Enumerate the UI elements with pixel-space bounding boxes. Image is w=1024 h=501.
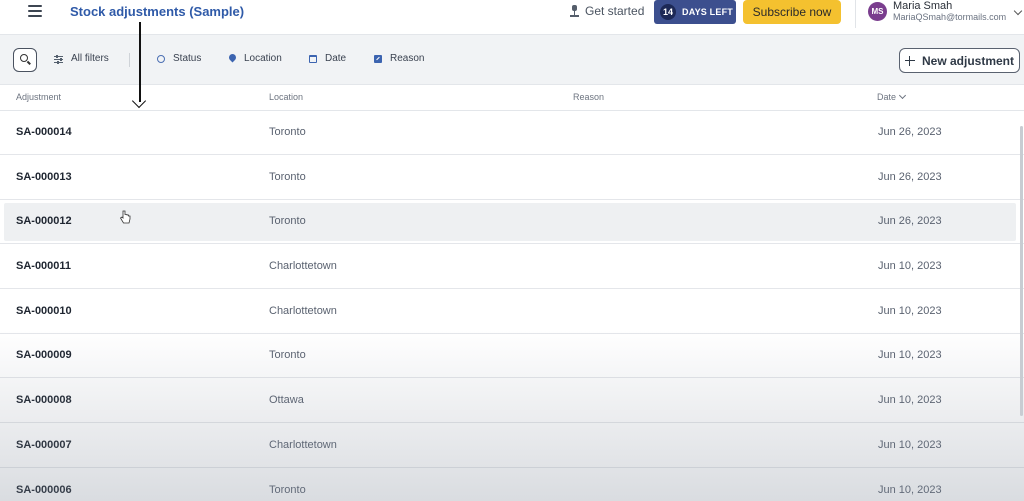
location-cell: Toronto: [269, 215, 306, 227]
date-cell: Jun 10, 2023: [878, 439, 942, 451]
location-cell: Charlottetown: [269, 260, 337, 272]
date-filter[interactable]: Date: [309, 53, 346, 64]
table-row[interactable]: SA-000009 Toronto Jun 10, 2023: [0, 334, 1024, 378]
trial-days-badge[interactable]: 14 DAYS LEFT: [654, 0, 736, 24]
reason-filter-label: Reason: [390, 53, 425, 64]
date-cell: Jun 26, 2023: [878, 126, 942, 138]
date-cell: Jun 26, 2023: [878, 215, 942, 227]
all-filters-label: All filters: [71, 53, 109, 64]
adjustment-id[interactable]: SA-000010: [16, 305, 72, 317]
location-pin-icon: [227, 52, 238, 63]
table-row[interactable]: SA-000012 Toronto Jun 26, 2023: [0, 200, 1024, 244]
adjustment-id[interactable]: SA-000009: [16, 349, 72, 361]
location-cell: Charlottetown: [269, 439, 337, 451]
adjustment-id[interactable]: SA-000012: [16, 215, 72, 227]
get-started-label: Get started: [585, 4, 645, 18]
avatar[interactable]: MS: [868, 2, 887, 21]
chevron-down-icon[interactable]: [1013, 6, 1023, 16]
table-row[interactable]: SA-000006 Toronto Jun 10, 2023: [0, 469, 1024, 501]
header-divider: [855, 0, 856, 28]
search-button[interactable]: [13, 48, 37, 72]
table-row[interactable]: SA-000008 Ottawa Jun 10, 2023: [0, 379, 1024, 423]
location-filter[interactable]: Location: [227, 52, 282, 64]
date-cell: Jun 10, 2023: [878, 394, 942, 406]
page-title: Stock adjustments (Sample): [70, 4, 245, 19]
circle-icon: [157, 54, 165, 63]
user-name[interactable]: Maria Smah: [893, 0, 952, 12]
reason-filter[interactable]: Reason: [374, 53, 424, 64]
adjustment-id[interactable]: SA-000007: [16, 439, 72, 451]
sort-chevron-icon: [898, 91, 907, 100]
adjustment-id[interactable]: SA-000014: [16, 126, 72, 138]
menu-icon[interactable]: [28, 5, 42, 17]
sliders-icon: [54, 54, 63, 64]
date-cell: Jun 10, 2023: [878, 484, 942, 496]
location-cell: Toronto: [269, 126, 306, 138]
annotation-arrow-line: [139, 22, 141, 102]
column-header-date[interactable]: Date: [877, 91, 907, 102]
user-email[interactable]: MariaQSmah@tormails.com: [893, 12, 1006, 22]
location-cell: Toronto: [269, 349, 306, 361]
filter-toolbar: All filters Status Location Date Reason …: [0, 34, 1024, 85]
get-started-link[interactable]: Get started: [570, 4, 644, 18]
table-row[interactable]: SA-000014 Toronto Jun 26, 2023: [0, 111, 1024, 155]
date-filter-label: Date: [325, 53, 347, 64]
plus-icon: [904, 55, 915, 66]
calendar-icon: [309, 54, 317, 63]
status-filter-label: Status: [173, 53, 202, 64]
date-cell: Jun 26, 2023: [878, 171, 942, 183]
adjustment-id[interactable]: SA-000013: [16, 171, 72, 183]
hand-cursor-icon: [119, 210, 131, 224]
subscribe-button[interactable]: Subscribe now: [743, 0, 841, 24]
adjustment-id[interactable]: SA-000011: [16, 260, 71, 272]
location-cell: Toronto: [269, 171, 306, 183]
vertical-scrollbar[interactable]: [1020, 126, 1023, 416]
trial-days-label: DAYS LEFT: [682, 7, 733, 17]
table-row[interactable]: SA-000010 Charlottetown Jun 10, 2023: [0, 290, 1024, 334]
location-filter-label: Location: [244, 53, 282, 64]
all-filters-button[interactable]: All filters: [54, 53, 109, 64]
annotation-arrow-head: [131, 93, 147, 109]
table-row[interactable]: SA-000007 Charlottetown Jun 10, 2023: [0, 424, 1024, 468]
row-hover-highlight: [4, 203, 1016, 241]
trial-days-count: 14: [660, 4, 676, 20]
edit-icon: [374, 54, 382, 63]
location-cell: Toronto: [269, 484, 306, 496]
new-adjustment-button[interactable]: New adjustment: [899, 48, 1020, 73]
table-row[interactable]: SA-000011 Charlottetown Jun 10, 2023: [0, 245, 1024, 289]
adjustment-id[interactable]: SA-000006: [16, 484, 72, 496]
pin-icon: [570, 5, 579, 17]
location-cell: Charlottetown: [269, 305, 337, 317]
date-cell: Jun 10, 2023: [878, 305, 942, 317]
column-header-location[interactable]: Location: [269, 92, 303, 102]
date-cell: Jun 10, 2023: [878, 260, 942, 272]
column-header-date-label: Date: [877, 92, 897, 102]
table-row[interactable]: SA-000013 Toronto Jun 26, 2023: [0, 156, 1024, 200]
date-cell: Jun 10, 2023: [878, 349, 942, 361]
column-header-reason[interactable]: Reason: [573, 92, 604, 102]
status-filter[interactable]: Status: [157, 53, 201, 64]
new-adjustment-label: New adjustment: [921, 53, 1014, 68]
location-cell: Ottawa: [269, 394, 304, 406]
column-header-adjustment[interactable]: Adjustment: [16, 92, 61, 102]
toolbar-separator: [129, 53, 130, 67]
adjustment-id[interactable]: SA-000008: [16, 394, 72, 406]
top-header: Stock adjustments (Sample) Get started 1…: [0, 0, 1024, 34]
